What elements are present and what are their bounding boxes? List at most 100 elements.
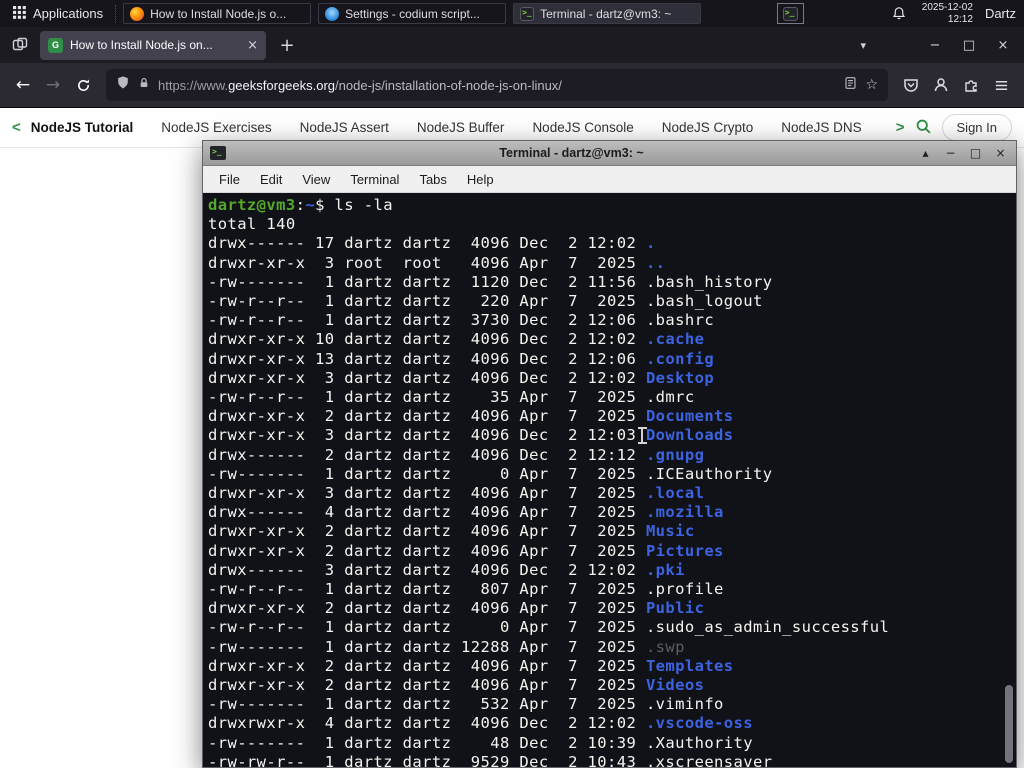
url-bar[interactable]: https://www. geeksforgeeks.org/node-js/in… bbox=[106, 69, 888, 101]
nav-item[interactable]: NodeJS Console bbox=[532, 120, 633, 135]
search-icon[interactable] bbox=[915, 118, 932, 138]
taskbar-button-label: How to Install Node.js o... bbox=[150, 6, 287, 21]
total-line: total 140 bbox=[208, 215, 296, 234]
file-name: Templates bbox=[645, 656, 734, 675]
nav-item[interactable]: NodeJS Assert bbox=[300, 120, 389, 135]
system-tray[interactable] bbox=[776, 3, 804, 24]
forward-button[interactable]: → bbox=[38, 70, 68, 100]
file-row: -rw-r--r-- 1 dartz dartz 3730 Dec 2 12:0… bbox=[208, 311, 715, 330]
menu-item-tabs[interactable]: Tabs bbox=[409, 172, 456, 187]
file-name: .bashrc bbox=[645, 311, 715, 330]
file-row: -rw-r--r-- 1 dartz dartz 35 Apr 7 2025 .… bbox=[208, 388, 695, 407]
file-row: -rw------- 1 dartz dartz 0 Apr 7 2025 .I… bbox=[208, 464, 773, 483]
gfg-nav-items: NodeJS Tutorial NodeJS Exercises NodeJS As… bbox=[31, 120, 886, 135]
browser-toolbar: ← → https://www. geeksforgeeks.org/node-j… bbox=[0, 63, 1024, 108]
file-name: .pki bbox=[645, 560, 685, 579]
menu-icon[interactable] bbox=[986, 70, 1016, 100]
reader-mode-icon[interactable] bbox=[844, 76, 857, 95]
terminal-scrollbar[interactable] bbox=[1005, 195, 1014, 765]
bell-icon bbox=[892, 7, 905, 20]
applications-label: Applications bbox=[33, 6, 104, 21]
file-row: -rw-r--r-- 1 dartz dartz 220 Apr 7 2025 … bbox=[208, 292, 763, 311]
nav-scroll-left-icon[interactable]: < bbox=[12, 119, 21, 136]
terminal-minimize-button[interactable]: − bbox=[942, 146, 959, 160]
terminal-output-area[interactable]: dartz@vm3:~$ ls -la total 140 drwx------ 1… bbox=[203, 193, 1016, 767]
taskbar-button[interactable]: How to Install Node.js o... bbox=[123, 3, 312, 24]
firefox-view-icon[interactable] bbox=[8, 33, 32, 57]
menu-item-edit[interactable]: Edit bbox=[250, 172, 292, 187]
taskbar-button[interactable]: Terminal - dartz@vm3: ~ bbox=[513, 3, 702, 24]
menu-item-file[interactable]: File bbox=[209, 172, 250, 187]
desktop: G How to Install Node.js on... × + ▾ − □… bbox=[0, 0, 1024, 768]
file-name: .dmrc bbox=[645, 388, 695, 407]
taskbar-button[interactable]: Settings - codium script... bbox=[318, 3, 507, 24]
file-row: drwxr-xr-x 13 dartz dartz 4096 Dec 2 12:… bbox=[208, 349, 715, 368]
file-name: .viminfo bbox=[645, 695, 724, 714]
terminal-app-icon bbox=[210, 146, 226, 160]
nav-item[interactable]: NodeJS DNS bbox=[781, 120, 861, 135]
menu-item-help[interactable]: Help bbox=[457, 172, 504, 187]
clock[interactable]: 2025-12-02 12:12 bbox=[922, 2, 973, 25]
file-name: .xscreensaver bbox=[645, 752, 773, 767]
prompt-line: dartz@vm3:~$ ls -la bbox=[208, 196, 393, 214]
file-row: drwxr-xr-x 2 dartz dartz 4096 Apr 7 2025… bbox=[208, 676, 705, 695]
file-name: .Xauthority bbox=[645, 733, 753, 752]
clock-time: 12:12 bbox=[947, 13, 973, 25]
sign-in-button[interactable]: Sign In bbox=[941, 114, 1012, 141]
lock-icon[interactable] bbox=[138, 76, 150, 95]
file-row: drwxr-xr-x 2 dartz dartz 4096 Apr 7 2025… bbox=[208, 656, 734, 675]
scrollbar-thumb[interactable] bbox=[1005, 685, 1013, 763]
list-all-tabs-icon[interactable]: ▾ bbox=[860, 39, 866, 52]
file-name: Videos bbox=[645, 676, 705, 695]
terminal-icon bbox=[520, 6, 535, 21]
applications-grid-icon bbox=[13, 5, 26, 22]
file-name: .gnupg bbox=[645, 445, 705, 464]
tray-terminal-icon[interactable] bbox=[782, 6, 798, 21]
notifications-button[interactable] bbox=[892, 6, 906, 21]
file-row: -rw-r--r-- 1 dartz dartz 0 Apr 7 2025 .s… bbox=[208, 618, 890, 637]
nav-scroll-right-icon[interactable]: > bbox=[896, 119, 905, 136]
browser-close-button[interactable]: × bbox=[990, 38, 1016, 53]
browser-tab[interactable]: G How to Install Node.js on... × bbox=[40, 30, 266, 60]
applications-menu[interactable]: Applications bbox=[6, 0, 110, 27]
new-tab-button[interactable]: + bbox=[274, 35, 300, 56]
nav-item[interactable]: NodeJS Buffer bbox=[417, 120, 505, 135]
file-row: drwxr-xr-x 2 dartz dartz 4096 Apr 7 2025… bbox=[208, 407, 734, 426]
file-name: Documents bbox=[645, 407, 734, 426]
nav-item[interactable]: NodeJS Exercises bbox=[161, 120, 271, 135]
taskbar: How to Install Node.js o... Settings - co… bbox=[123, 3, 702, 24]
menu-item-view[interactable]: View bbox=[292, 172, 340, 187]
terminal-output: dartz@vm3:~$ ls -la total 140 drwx------ 1… bbox=[203, 193, 1016, 767]
menu-item-terminal[interactable]: Terminal bbox=[340, 172, 409, 187]
file-row: drwxr-xr-x 3 dartz dartz 4096 Dec 2 12:0… bbox=[208, 368, 715, 387]
tracking-shield-icon[interactable] bbox=[116, 75, 130, 95]
browser-maximize-button[interactable]: □ bbox=[956, 38, 982, 53]
file-row: drwxr-xr-x 2 dartz dartz 4096 Apr 7 2025… bbox=[208, 522, 695, 541]
account-icon[interactable] bbox=[926, 70, 956, 100]
terminal-maximize-button[interactable]: □ bbox=[967, 146, 984, 160]
browser-minimize-button[interactable]: − bbox=[922, 38, 948, 53]
file-name: .config bbox=[645, 349, 715, 368]
panel-separator bbox=[115, 4, 118, 23]
terminal-close-button[interactable]: × bbox=[992, 146, 1009, 160]
tab-strip: G How to Install Node.js on... × + ▾ − □… bbox=[0, 27, 1024, 63]
user-menu[interactable]: Dartz bbox=[985, 6, 1016, 21]
file-name: .cache bbox=[645, 330, 705, 349]
taskbar-button-label: Settings - codium script... bbox=[345, 6, 480, 21]
file-name: .bash_history bbox=[645, 272, 773, 291]
extensions-icon[interactable] bbox=[956, 70, 986, 100]
pocket-icon[interactable] bbox=[896, 70, 926, 100]
file-name: .local bbox=[645, 484, 705, 503]
file-row: drwx------ 17 dartz dartz 4096 Dec 2 12:… bbox=[208, 234, 656, 253]
nav-item[interactable]: NodeJS Crypto bbox=[662, 120, 754, 135]
tab-close-icon[interactable]: × bbox=[247, 38, 258, 53]
file-row: -rw-r--r-- 1 dartz dartz 807 Apr 7 2025 … bbox=[208, 580, 724, 599]
terminal-titlebar[interactable]: Terminal - dartz@vm3: ~ ▴ − □ × bbox=[203, 141, 1016, 166]
file-row: drwxr-xr-x 2 dartz dartz 4096 Apr 7 2025… bbox=[208, 599, 705, 618]
terminal-shade-button[interactable]: ▴ bbox=[917, 146, 934, 160]
back-button[interactable]: ← bbox=[8, 70, 38, 100]
bookmark-star-icon[interactable]: ☆ bbox=[865, 77, 878, 93]
nav-item[interactable]: NodeJS Tutorial bbox=[31, 120, 134, 135]
reload-button[interactable] bbox=[68, 70, 98, 100]
file-row: drwxr-xr-x 10 dartz dartz 4096 Dec 2 12:… bbox=[208, 330, 705, 349]
